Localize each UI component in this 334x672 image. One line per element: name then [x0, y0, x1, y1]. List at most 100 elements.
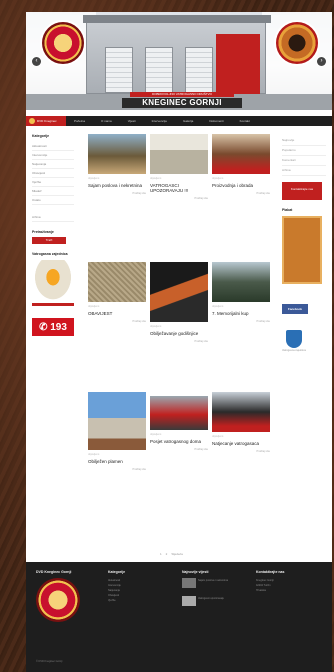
sidebar-item[interactable]: Obavijesti: [32, 169, 74, 178]
post-title[interactable]: Obilježavanje godišnjice: [150, 331, 208, 336]
post-image[interactable]: [212, 392, 270, 432]
event-poster[interactable]: [282, 216, 322, 284]
post-image[interactable]: [150, 134, 208, 174]
sidebar-item[interactable]: Ostalo: [32, 196, 74, 205]
right-sidebar-item[interactable]: Najnovije: [282, 136, 326, 146]
post-title[interactable]: VATROGASCI UPOZORAVAJU !!!: [150, 183, 208, 193]
read-more-link[interactable]: Pročitaj više: [212, 450, 270, 453]
footer-heading: Kategorije: [108, 570, 126, 574]
right-sidebar-item[interactable]: Popularno: [282, 146, 326, 156]
post-card[interactable]: objavljeno Obilježavanje godišnjice Proč…: [150, 262, 208, 343]
shield-icon[interactable]: [286, 330, 302, 348]
slider-next-button[interactable]: ›: [317, 57, 326, 66]
post-meta: objavljeno: [88, 305, 100, 308]
sidebar-item[interactable]: Vježbe: [32, 178, 74, 187]
nav-item[interactable]: Početna: [66, 119, 93, 123]
post-meta: objavljeno: [150, 325, 162, 328]
right-sidebar-item[interactable]: Arhiva: [282, 166, 326, 176]
nav-logo[interactable]: DVD Kneginec: [26, 116, 66, 126]
phone-icon: ✆: [39, 321, 48, 333]
right-sidebar-item[interactable]: Komentari: [282, 156, 326, 166]
post-image[interactable]: [212, 262, 270, 302]
footer-col-contact: Kontaktirajte nas Kneginec Gornji 42204 …: [256, 570, 284, 593]
shield-label: Vatrogasna zajednica: [282, 349, 306, 352]
post-image[interactable]: [88, 134, 146, 174]
main-navigation: DVD Kneginec Početna O nama Vijesti Inte…: [26, 116, 332, 126]
post-title[interactable]: Sajam poslova i nekretnina: [88, 183, 146, 188]
post-card[interactable]: objavljeno OBAVIJEST Pročitaj više: [88, 262, 146, 323]
post-image[interactable]: [212, 134, 270, 174]
post-title[interactable]: 7. Memorijalni kup: [212, 311, 270, 316]
read-more-link[interactable]: Pročitaj više: [88, 320, 146, 323]
sidebar-item[interactable]: Natjecanja: [32, 160, 74, 169]
nav-logo-label: DVD Kneginec: [37, 119, 57, 123]
sidebar-archive[interactable]: Arhiva: [32, 213, 74, 222]
footer-contact-line: Hrvatska: [256, 589, 266, 592]
post-image[interactable]: [88, 262, 146, 302]
page-link[interactable]: 2: [166, 552, 168, 556]
post-card[interactable]: objavljeno Posjet vatrogasnog doma Proči…: [150, 396, 208, 451]
read-more-link[interactable]: Pročitaj više: [212, 192, 270, 195]
read-more-link[interactable]: Pročitaj više: [88, 468, 146, 471]
nav-item[interactable]: Galerija: [175, 119, 201, 123]
read-more-link[interactable]: Pročitaj više: [150, 340, 208, 343]
sidebar-item[interactable]: Intervencije: [32, 151, 74, 160]
page-link[interactable]: 1: [160, 552, 162, 556]
read-more-link[interactable]: Pročitaj više: [150, 197, 208, 200]
emergency-number: 193: [50, 321, 67, 333]
post-image[interactable]: [88, 392, 146, 450]
chevron-right-icon: ›: [320, 58, 323, 64]
nav-item[interactable]: Dokumenti: [201, 119, 231, 123]
footer-heading: DVD Kneginec Gornji: [36, 570, 72, 574]
post-image[interactable]: [150, 396, 208, 430]
contact-button[interactable]: Kontaktirajte nas: [282, 182, 322, 200]
footer: DVD Kneginec Gornji Kategorije Aktualnos…: [26, 562, 332, 672]
news-title[interactable]: Vatrogasci upozoravaju: [198, 597, 224, 600]
post-title[interactable]: Proizvodnja i obrada: [212, 183, 270, 188]
hero-title: KNEGINEC GORNJI: [122, 98, 242, 108]
slider-prev-button[interactable]: ‹: [32, 57, 41, 66]
right-sidebar: Najnovije Popularno Komentari Arhiva Kon…: [282, 136, 326, 353]
fire-flame-logo[interactable]: [32, 260, 74, 306]
logo-icon: [29, 118, 35, 124]
search-button[interactable]: Traži: [32, 237, 66, 244]
footer-news-item[interactable]: Vatrogasci upozoravaju: [182, 596, 228, 606]
post-image[interactable]: [150, 262, 208, 322]
footer-col-news: Najnovije vijesti Sajam poslova i nekret…: [182, 570, 228, 606]
news-thumbnail[interactable]: [182, 596, 196, 606]
news-title[interactable]: Sajam poslova i nekretnina: [198, 579, 228, 582]
nav-item[interactable]: Intervencije: [144, 119, 175, 123]
post-card[interactable]: objavljeno Natjecanje vatrogasaca Pročit…: [212, 392, 270, 453]
footer-link[interactable]: Vježbe: [108, 598, 125, 603]
nav-item[interactable]: Kontakt: [232, 119, 258, 123]
next-page-link[interactable]: Sljedeća: [171, 552, 183, 556]
sidebar-item[interactable]: Mladež: [32, 187, 74, 196]
post-card[interactable]: objavljeno 7. Memorijalni kup Pročitaj v…: [212, 262, 270, 323]
garage-door: [145, 47, 173, 93]
post-card[interactable]: objavljeno VATROGASCI UPOZORAVAJU !!! Pr…: [150, 134, 208, 200]
post-card[interactable]: objavljeno Sajam poslova i nekretnina Pr…: [88, 134, 146, 195]
emergency-number-badge[interactable]: ✆ 193: [32, 318, 74, 336]
nav-item[interactable]: O nama: [93, 119, 120, 123]
post-title[interactable]: Natjecanje vatrogasaca: [212, 441, 270, 446]
post-title[interactable]: Obilježen plamen: [88, 459, 146, 464]
read-more-link[interactable]: Pročitaj više: [88, 192, 146, 195]
sidebar-item[interactable]: Aktualnosti: [32, 142, 74, 151]
read-more-link[interactable]: Pročitaj više: [212, 320, 270, 323]
post-title[interactable]: Posjet vatrogasnog doma: [150, 439, 208, 444]
news-thumbnail[interactable]: [182, 578, 196, 588]
footer-heading: Najnovije vijesti: [182, 570, 209, 574]
facebook-button[interactable]: Facebook: [282, 304, 308, 314]
post-card[interactable]: objavljeno Obilježen plamen Pročitaj viš…: [88, 392, 146, 471]
chevron-left-icon: ‹: [35, 58, 38, 64]
hero-banner: ‹ › DOBROVOLJNO VATROGASNO DRUŠTVO KNEGI…: [26, 12, 332, 110]
post-meta: objavljeno: [150, 433, 162, 436]
post-card[interactable]: objavljeno Proizvodnja i obrada Pročitaj…: [212, 134, 270, 195]
post-title[interactable]: OBAVIJEST: [88, 311, 146, 316]
garage-door: [105, 47, 133, 93]
footer-news-item[interactable]: Sajam poslova i nekretnina: [182, 578, 228, 588]
post-meta: objavljeno: [212, 177, 224, 180]
read-more-link[interactable]: Pročitaj više: [150, 448, 208, 451]
nav-item[interactable]: Vijesti: [120, 119, 144, 123]
footer-col-about: DVD Kneginec Gornji: [36, 570, 80, 622]
